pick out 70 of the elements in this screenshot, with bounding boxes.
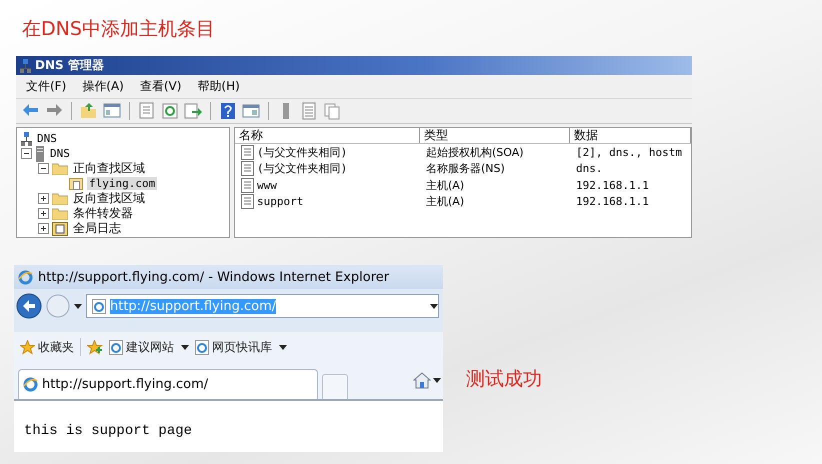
copy-icon[interactable] [323,102,341,120]
folder-up-icon[interactable] [80,102,98,120]
window-title: DNS 管理器 [35,57,104,74]
table-cell: www [257,178,277,192]
tree-item[interactable]: 条件转发器 [71,205,135,222]
expand-toggle[interactable] [38,223,49,234]
list-icon[interactable] [300,102,318,120]
table-cell: support [257,195,304,208]
document-icon [69,176,84,191]
back-button-icon[interactable] [16,293,42,319]
properties-icon[interactable] [138,102,156,120]
record-icon [241,194,254,210]
table-cell: 主机(A) [426,194,464,210]
address-text: http://support.flying.com/ [110,298,276,314]
log-folder-icon [52,222,68,236]
expand-toggle[interactable] [38,193,49,204]
table-cell: 192.168.1.1 [576,195,649,208]
network-icon [21,132,32,146]
menu-item[interactable]: 帮助(H) [197,78,240,95]
page-text: this is support page [24,423,194,439]
table-cell: dns. [576,162,602,176]
collapse-toggle[interactable] [21,148,32,159]
favorites-link[interactable]: 网页快讯库 [195,338,287,356]
tree-item[interactable]: 正向查找区域 [71,160,147,177]
column-header[interactable]: 名称 [235,128,420,143]
house-icon [413,372,431,389]
record-icon [241,161,254,176]
network-icon [20,58,31,72]
tree-item[interactable]: flying.com [87,177,158,190]
menu-item[interactable]: 操作(A) [82,78,124,95]
result-label: 测试成功 [466,367,542,392]
home-button[interactable] [413,372,441,389]
help-icon[interactable] [219,102,237,120]
browser-tab[interactable]: http://support.flying.com/ [18,369,318,399]
tree-item[interactable]: DNS [35,132,59,145]
page-icon [92,298,106,314]
pane-icon[interactable] [103,102,121,120]
export-icon[interactable] [184,102,202,120]
slide-title: 在DNS中添加主机条目 [22,17,216,42]
table-cell: 名称服务器(NS) [426,161,505,176]
menu-item[interactable]: 文件(F) [26,78,66,95]
add-favorite-icon[interactable] [87,340,103,354]
column-header[interactable]: 数据 [570,128,691,143]
table-cell: 起始授权机构(SOA) [426,144,524,160]
tree-item[interactable]: 反向查找区域 [71,190,147,207]
record-icon [241,178,254,193]
refresh-icon[interactable] [161,102,179,120]
dropdown-caret-icon[interactable] [430,304,438,308]
window-title: http://support.flying.com/ - Windows Internet Explorer [38,270,390,284]
page-icon [109,340,123,354]
folder-icon [52,207,68,220]
folder-icon [52,192,68,205]
table-cell: 主机(A) [426,178,464,193]
tree-item[interactable]: 全局日志 [71,220,123,237]
collapse-toggle[interactable] [38,163,49,174]
record-icon [241,144,254,160]
column-header[interactable]: 类型 [420,128,570,143]
favorites-button[interactable]: 收藏夹 [20,338,74,356]
action-pane-icon[interactable] [242,102,260,120]
menu-item[interactable]: 查看(V) [140,78,182,95]
table-cell: (与父文件夹相同) [257,161,348,176]
favorites-link[interactable]: 建议网站 [109,338,189,356]
page-icon [195,340,209,354]
table-cell: 192.168.1.1 [576,178,649,192]
star-icon [20,340,35,354]
folder-icon [52,162,68,175]
expand-toggle[interactable] [38,208,49,219]
table-cell: (与父文件夹相同) [257,144,348,160]
tree-item[interactable]: DNS [48,147,72,160]
table-cell: [2], dns., hostm [576,146,682,159]
